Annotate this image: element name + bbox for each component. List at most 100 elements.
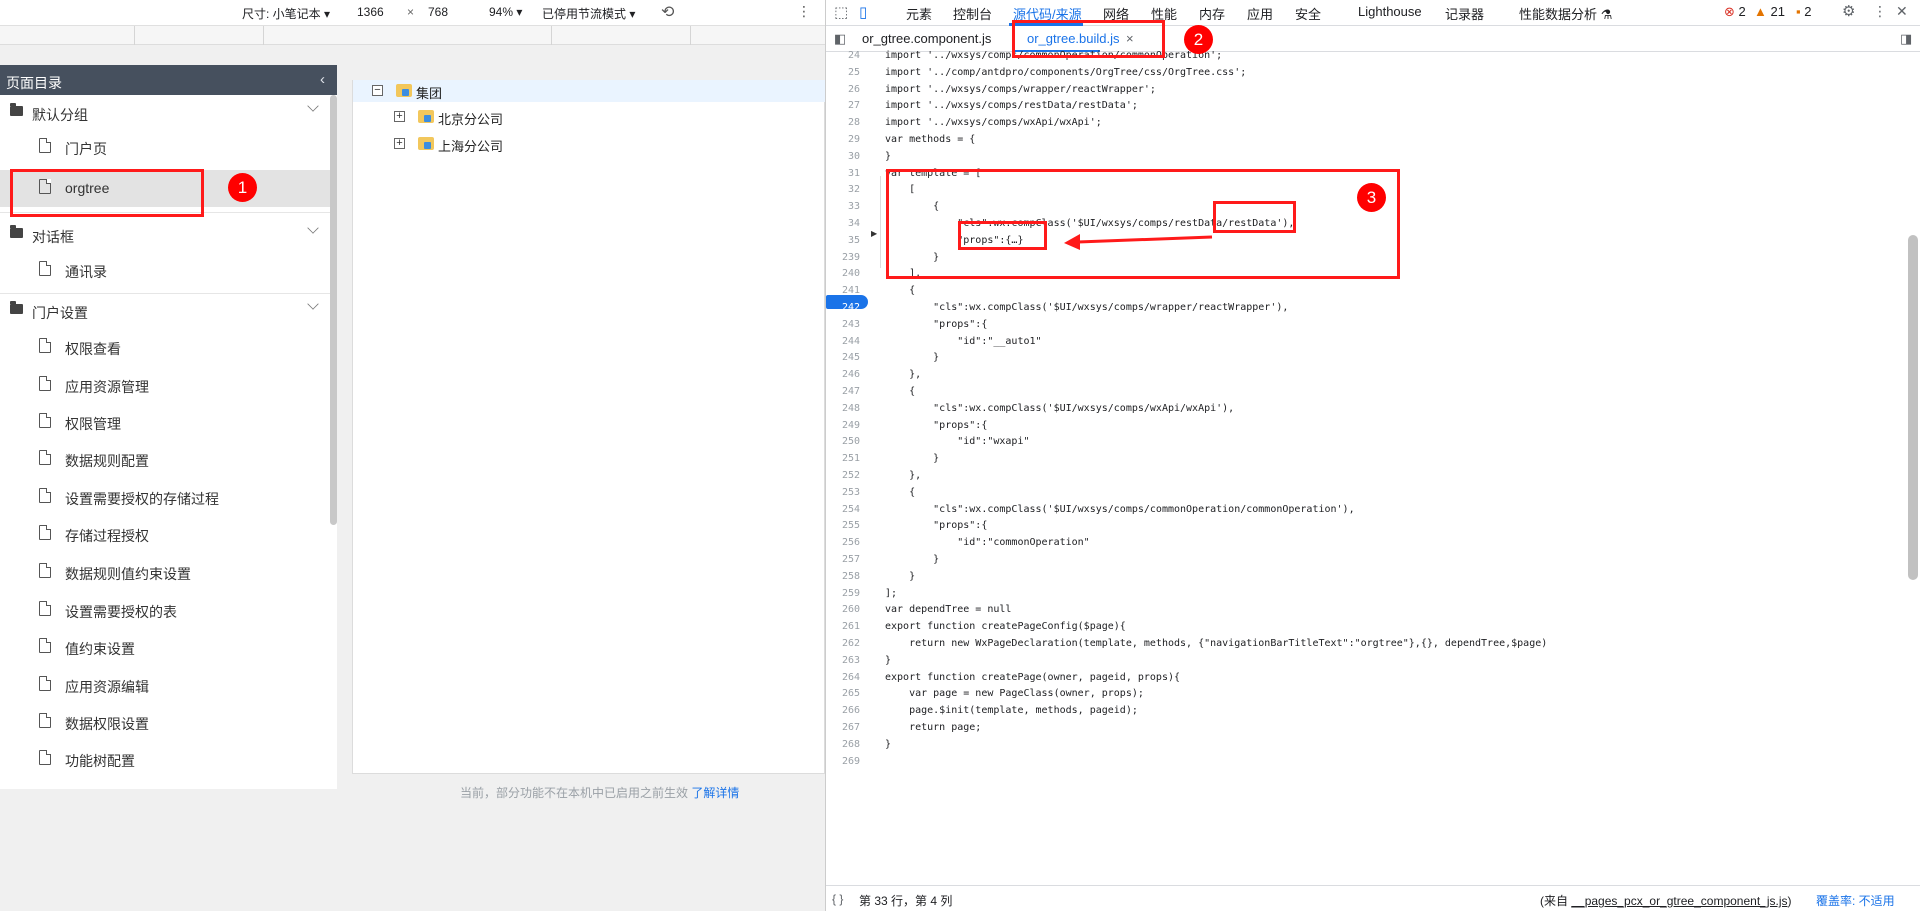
issue-count[interactable]: ▪ 2 [1796,4,1811,19]
line-number[interactable]: 263 [826,655,860,666]
expand-toggle-icon[interactable]: + [394,138,405,149]
line-number[interactable]: 27 [826,100,860,111]
rotate-icon[interactable]: ⟲ [661,2,674,22]
tree-node-beijing[interactable]: + 北京分公司 [394,106,594,128]
sidebar-item[interactable]: 应用资源编辑 [0,667,330,703]
sidebar-item[interactable]: 功能树配置 [0,741,330,777]
line-number[interactable]: 240 [826,268,860,279]
debugger-toggle-icon[interactable]: ◨ [1900,31,1912,47]
tab-performance-insights[interactable]: 性能数据分析 ⚗ [1519,4,1612,23]
sidebar-item[interactable]: 设置需要授权的存储过程 [0,479,330,515]
tree-node-shanghai[interactable]: + 上海分公司 [394,133,594,155]
line-number[interactable]: 24 [826,50,860,61]
error-count[interactable]: ⊗ 2 [1724,4,1746,20]
line-number[interactable]: 250 [826,436,860,447]
line-number[interactable]: 265 [826,688,860,699]
line-number[interactable]: 269 [826,756,860,767]
coverage-link[interactable]: 覆盖率: 不适用 [1816,892,1895,909]
more-options-icon[interactable]: ⋮ [1873,3,1887,20]
line-number[interactable]: 262 [826,638,860,649]
gear-icon[interactable]: ⚙ [1842,2,1855,20]
line-number[interactable]: 239 [826,252,860,263]
line-number[interactable]: 256 [826,537,860,548]
width-input[interactable]: 1366 [357,5,384,19]
line-number[interactable]: 268 [826,739,860,750]
device-toolbar-toggle-icon[interactable]: ▯ [859,3,867,21]
tab-application[interactable]: 应用 [1247,4,1273,23]
line-number[interactable]: 34 [826,218,860,229]
line-number[interactable]: 28 [826,117,860,128]
navigator-toggle-icon[interactable]: ◧ [834,31,846,47]
sidebar-item-contacts[interactable]: 通讯录 [0,252,330,288]
sidebar-item-portal[interactable]: 门户页 [0,129,330,165]
line-number[interactable]: 257 [826,554,860,565]
height-input[interactable]: 768 [428,5,448,19]
warning-count[interactable]: ▲ 21 [1754,4,1785,19]
line-number[interactable]: 248 [826,403,860,414]
sidebar-item[interactable]: 数据权限设置 [0,704,330,740]
line-number[interactable]: 244 [826,336,860,347]
line-number[interactable]: 30 [826,151,860,162]
line-number[interactable]: 32 [826,184,860,195]
line-number[interactable]: 266 [826,705,860,716]
tab-memory[interactable]: 内存 [1199,4,1225,23]
learn-more-link[interactable]: 了解详情 [691,786,739,800]
line-number[interactable]: 26 [826,84,860,95]
more-options-icon[interactable]: ⋮ [797,3,811,20]
line-number[interactable]: 267 [826,722,860,733]
line-number[interactable]: 264 [826,672,860,683]
sidebar-item[interactable]: 存储过程授权 [0,516,330,552]
expand-arrow-icon[interactable]: ▶ [871,229,877,238]
line-number[interactable]: 33 [826,201,860,212]
sidebar-item[interactable]: 设置需要授权的表 [0,592,330,628]
line-number[interactable]: 31 [826,168,860,179]
line-number[interactable]: 253 [826,487,860,498]
tab-elements[interactable]: 元素 [906,4,932,23]
line-number[interactable]: 260 [826,604,860,615]
sidebar-item[interactable]: 应用资源管理 [0,367,330,403]
file-tab-component[interactable]: or_gtree.component.js [862,31,991,46]
line-number[interactable]: 246 [826,369,860,380]
collapse-toggle-icon[interactable]: − [372,85,383,96]
line-number[interactable]: 35 [826,235,860,246]
tab-recorder[interactable]: 记录器 [1445,4,1484,23]
throttle-select[interactable]: 已停用节流模式 ▾ [542,5,635,22]
tab-console[interactable]: 控制台 [953,4,992,23]
line-number[interactable]: 258 [826,571,860,582]
line-number[interactable]: 25 [826,67,860,78]
line-number[interactable]: 247 [826,386,860,397]
group-dialog[interactable]: 对话框 [0,217,330,251]
line-number[interactable]: 29 [826,134,860,145]
tab-lighthouse[interactable]: Lighthouse [1358,4,1422,19]
line-number[interactable]: 241 [826,285,860,296]
line-number[interactable]: 251 [826,453,860,464]
line-number[interactable]: 259 [826,588,860,599]
line-number[interactable]: 252 [826,470,860,481]
tree-node-root[interactable]: − 集团 [372,80,572,102]
line-number[interactable]: 261 [826,621,860,632]
group-portal-settings[interactable]: 门户设置 [0,293,330,327]
zoom-select[interactable]: 94% ▾ [489,5,522,19]
line-number[interactable]: 245 [826,352,860,363]
sidebar-item[interactable]: 权限管理 [0,404,330,440]
line-number[interactable]: 254 [826,504,860,515]
editor-scrollbar[interactable] [1908,235,1918,580]
sidebar-item[interactable]: 值约束设置 [0,629,330,665]
source-file-link[interactable]: __pages_pcx_or_gtree_component_js.js [1571,894,1787,908]
line-number[interactable]: 243 [826,319,860,330]
pretty-print-icon[interactable]: { } [832,892,843,906]
device-select[interactable]: 尺寸: 小笔记本 ▾ [242,5,330,22]
sidebar-item[interactable]: 数据规则配置 [0,441,330,477]
collapse-sidebar-icon[interactable]: ‹ [320,71,325,88]
inspect-element-icon[interactable]: ⬚ [834,3,848,21]
expand-toggle-icon[interactable]: + [394,111,405,122]
sidebar-item[interactable]: 权限查看 [0,329,330,365]
line-number[interactable]: 242 [826,302,860,313]
line-number[interactable]: 249 [826,420,860,431]
sidebar-item[interactable]: 数据规则值约束设置 [0,554,330,590]
tab-security[interactable]: 安全 [1295,4,1321,23]
line-number[interactable]: 255 [826,520,860,531]
sidebar-scrollbar[interactable] [330,95,337,525]
close-icon[interactable]: ✕ [1896,3,1908,20]
group-default[interactable]: 默认分组 [0,95,330,129]
